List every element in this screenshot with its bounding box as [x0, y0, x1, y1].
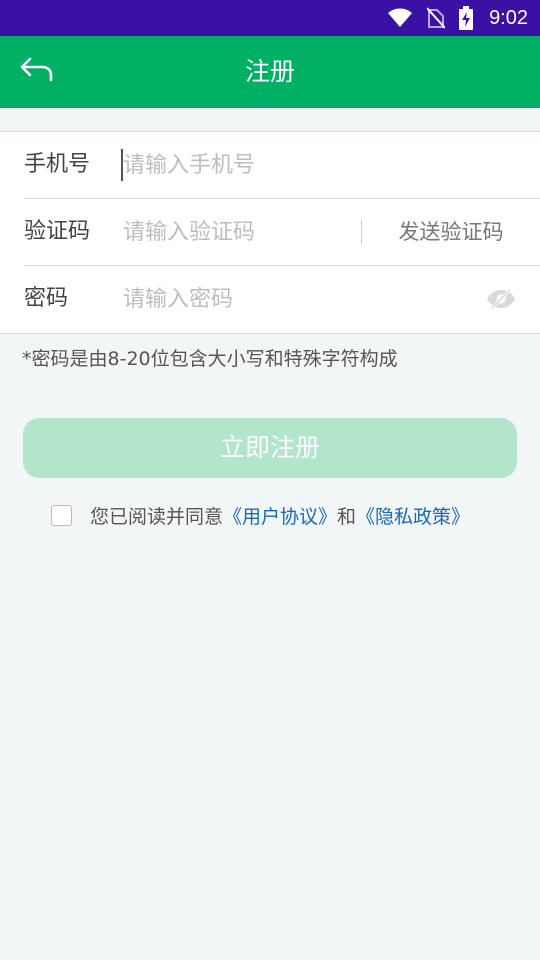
- agreement-checkbox[interactable]: [51, 504, 72, 526]
- wifi-icon: [388, 8, 413, 27]
- status-time: 9:02: [489, 6, 528, 29]
- app-bar: 注册: [0, 36, 540, 108]
- code-label: 验证码: [24, 219, 91, 244]
- phone-input[interactable]: [123, 145, 473, 185]
- password-row: 密码: [0, 266, 540, 332]
- phone-row: 手机号: [0, 132, 540, 198]
- code-row: 验证码 发送验证码: [0, 199, 540, 265]
- user-agreement-link[interactable]: 《用户协议》: [223, 502, 337, 529]
- agreement-row: 您已阅读并同意 《用户协议》 和 《隐私政策》: [51, 500, 470, 530]
- register-button[interactable]: 立即注册: [23, 418, 517, 478]
- no-sim-icon: [427, 7, 446, 29]
- page-title: 注册: [244, 57, 295, 86]
- status-bar: 9:02: [0, 0, 540, 36]
- phone-label: 手机号: [24, 152, 91, 177]
- register-form: 手机号 验证码 发送验证码 密码: [0, 131, 540, 334]
- agreement-prefix: 您已阅读并同意: [90, 505, 224, 528]
- password-hint: *密码是由8-20位包含大小写和特殊字符构成: [22, 348, 398, 370]
- text-cursor: [121, 149, 123, 181]
- password-visibility-toggle[interactable]: [486, 288, 516, 310]
- battery-charging-icon: [459, 6, 474, 30]
- agreement-and: 和: [337, 505, 357, 528]
- password-label: 密码: [24, 286, 69, 311]
- privacy-policy-link[interactable]: 《隐私政策》: [356, 502, 470, 529]
- send-code-button[interactable]: 发送验证码: [362, 199, 540, 265]
- verification-code-input[interactable]: [123, 212, 353, 252]
- password-input[interactable]: [123, 279, 473, 319]
- eye-hidden-icon: [487, 288, 515, 310]
- status-icons: 9:02: [387, 0, 528, 36]
